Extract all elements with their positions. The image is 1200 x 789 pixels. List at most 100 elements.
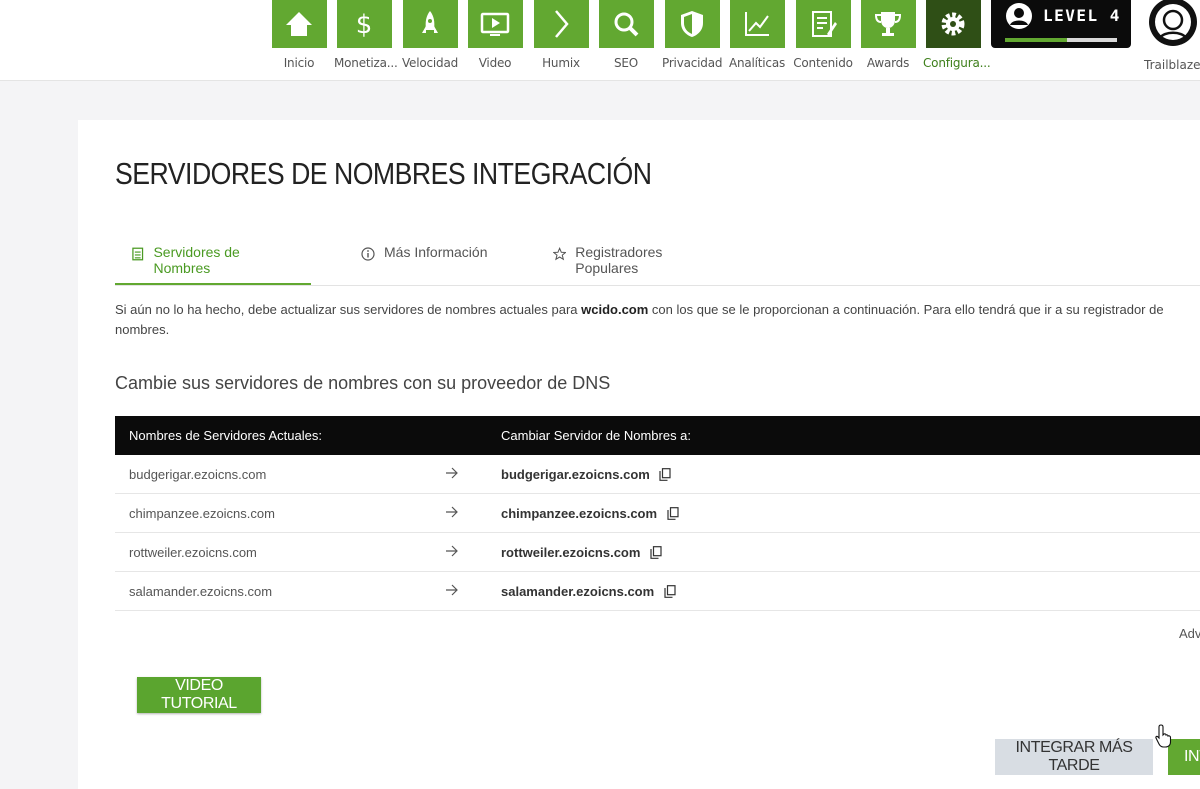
tab-label: Servidores de Nombres (153, 244, 240, 276)
svg-text:$: $ (356, 10, 373, 40)
nav-label-velocidad: Velocidad (401, 56, 459, 70)
nav-tile-inicio[interactable] (271, 0, 327, 48)
new-nameserver: budgerigar.ezoicns.com (501, 466, 650, 482)
tab-registradores-populares[interactable]: Registradores Populares (537, 244, 737, 285)
new-nameserver: chimpanzee.ezoicns.com (501, 505, 658, 521)
trophy-icon (874, 12, 902, 36)
nav-tile-privacidad[interactable] (664, 0, 720, 48)
copy-icon[interactable] (650, 545, 662, 559)
page-title: SERVIDORES DE NOMBRES INTEGRACIÓN (115, 156, 652, 191)
chevron-right-icon (555, 10, 569, 38)
nav-item-contenido[interactable]: Contenido (793, 0, 853, 70)
document-edit-icon (812, 11, 837, 37)
tab-mas-informacion[interactable]: Más Información (345, 244, 505, 285)
current-nameserver: budgerigar.ezoicns.com (115, 455, 417, 494)
nav-item-inicio[interactable]: Inicio (269, 0, 329, 70)
nav-tile-humix[interactable] (533, 0, 589, 48)
new-nameserver-cell: budgerigar.ezoicns.com (487, 455, 1200, 494)
table-row: salamander.ezoicns.com salamander.ezoicn… (115, 571, 1200, 611)
nav-label-contenido: Contenido (793, 56, 853, 70)
arrow-cell (417, 455, 487, 494)
advanced-link[interactable]: Adv (1179, 626, 1200, 641)
section-subtitle: Cambie sus servidores de nombres con su … (115, 373, 611, 393)
nav-item-velocidad[interactable]: Velocidad (400, 0, 460, 70)
hand-pointer-icon (1155, 724, 1172, 748)
nav-label-seo: SEO (613, 56, 639, 70)
nameserver-table: Nombres de Servidores Actuales: Cambiar … (115, 416, 1200, 611)
nav-label-awards: Awards (866, 56, 910, 70)
arrow-right-icon (446, 506, 458, 517)
gear-icon (941, 12, 965, 36)
nav-label-monetizacion: Monetiza... (334, 56, 398, 70)
nav-tile-awards[interactable] (860, 0, 916, 48)
intro-prefix: Si aún no lo ha hecho, debe actualizar s… (115, 302, 582, 317)
list-icon (132, 247, 144, 261)
nav-tile-contenido[interactable] (795, 0, 851, 48)
dollar-icon: $ (356, 10, 373, 40)
nav-label-analiticas: Analíticas (728, 56, 786, 70)
level-progress-fill (1005, 38, 1067, 42)
nav-tile-velocidad[interactable] (402, 0, 458, 48)
tab-servidores-de-nombres[interactable]: Servidores de Nombres (115, 244, 311, 285)
current-nameserver: rottweiler.ezoicns.com (115, 532, 417, 572)
integrate-later-button[interactable]: INTEGRAR MÁS TARDE (995, 739, 1153, 775)
new-nameserver-cell: salamander.ezoicns.com (487, 571, 1200, 611)
header-new-nameservers: Cambiar Servidor de Nombres a: (487, 416, 1200, 455)
level-text: LEVEL 4 (1043, 6, 1121, 25)
nav-label-configuracion: Configura... (923, 56, 991, 70)
copy-icon[interactable] (667, 506, 679, 520)
user-avatar-icon (1006, 3, 1032, 29)
nav-item-humix[interactable]: Humix (531, 0, 591, 70)
shield-icon (681, 11, 703, 37)
profile-label[interactable]: Trailblazer (1144, 58, 1200, 72)
table-row: budgerigar.ezoicns.com budgerigar.ezoicn… (115, 455, 1200, 494)
line-chart-icon (745, 12, 769, 36)
nav-tile-configuracion[interactable] (925, 0, 981, 48)
nav-item-monetizacion[interactable]: $ Monetiza... (334, 0, 398, 70)
copy-icon[interactable] (664, 584, 676, 598)
table-row: chimpanzee.ezoicns.com chimpanzee.ezoicn… (115, 493, 1200, 533)
level-badge[interactable]: LEVEL 4 (991, 0, 1131, 48)
nav-item-analiticas[interactable]: Analíticas (727, 0, 787, 70)
nav-tile-monetizacion[interactable]: $ (336, 0, 392, 48)
current-nameserver: salamander.ezoicns.com (115, 571, 417, 611)
tab-label: Más Información (384, 244, 488, 260)
video-tutorial-button[interactable]: VIDEO TUTORIAL (137, 677, 261, 713)
copy-icon[interactable] (659, 467, 672, 481)
nav-tile-analiticas[interactable] (729, 0, 785, 48)
header-arrow-column (417, 416, 487, 455)
arrow-cell (417, 532, 487, 572)
top-navigation: Inicio $ Monetiza... Velocidad Video Hum… (0, 0, 1200, 81)
nav-item-seo[interactable]: SEO (596, 0, 656, 70)
nav-item-configuracion[interactable]: Configura... (923, 0, 991, 70)
home-icon (286, 12, 312, 36)
nav-tile-video[interactable] (467, 0, 523, 48)
nav-item-awards[interactable]: Awards (858, 0, 918, 70)
tab-label: Registradores Populares (575, 244, 663, 276)
arrow-right-icon (446, 584, 458, 595)
nav-label-privacidad: Privacidad (662, 56, 723, 70)
arrow-right-icon (446, 467, 458, 478)
rocket-icon (422, 11, 438, 33)
star-icon (553, 247, 567, 261)
arrow-cell (417, 493, 487, 533)
trailblazer-avatar-icon[interactable] (1146, 0, 1200, 50)
arrow-right-icon (446, 545, 458, 556)
magnifier-icon (614, 12, 639, 37)
table-header-row: Nombres de Servidores Actuales: Cambiar … (115, 416, 1200, 455)
new-nameserver-cell: chimpanzee.ezoicns.com (487, 493, 1200, 533)
nav-label-video: Video (478, 56, 512, 70)
video-icon (480, 12, 510, 36)
new-nameserver: rottweiler.ezoicns.com (501, 544, 641, 560)
new-nameserver: salamander.ezoicns.com (501, 583, 655, 599)
table-row: rottweiler.ezoicns.com rottweiler.ezoicn… (115, 532, 1200, 572)
info-icon (361, 247, 375, 261)
nav-item-video[interactable]: Video (465, 0, 525, 70)
nav-item-privacidad[interactable]: Privacidad (662, 0, 722, 70)
arrow-cell (417, 571, 487, 611)
nav-tile-seo[interactable] (598, 0, 654, 48)
level-progress-bar (1005, 38, 1117, 42)
nav-label-inicio: Inicio (283, 56, 315, 70)
tab-bar: Servidores de Nombres Más Información Re… (115, 244, 1200, 286)
intro-text: Si aún no lo ha hecho, debe actualizar s… (115, 300, 1200, 340)
